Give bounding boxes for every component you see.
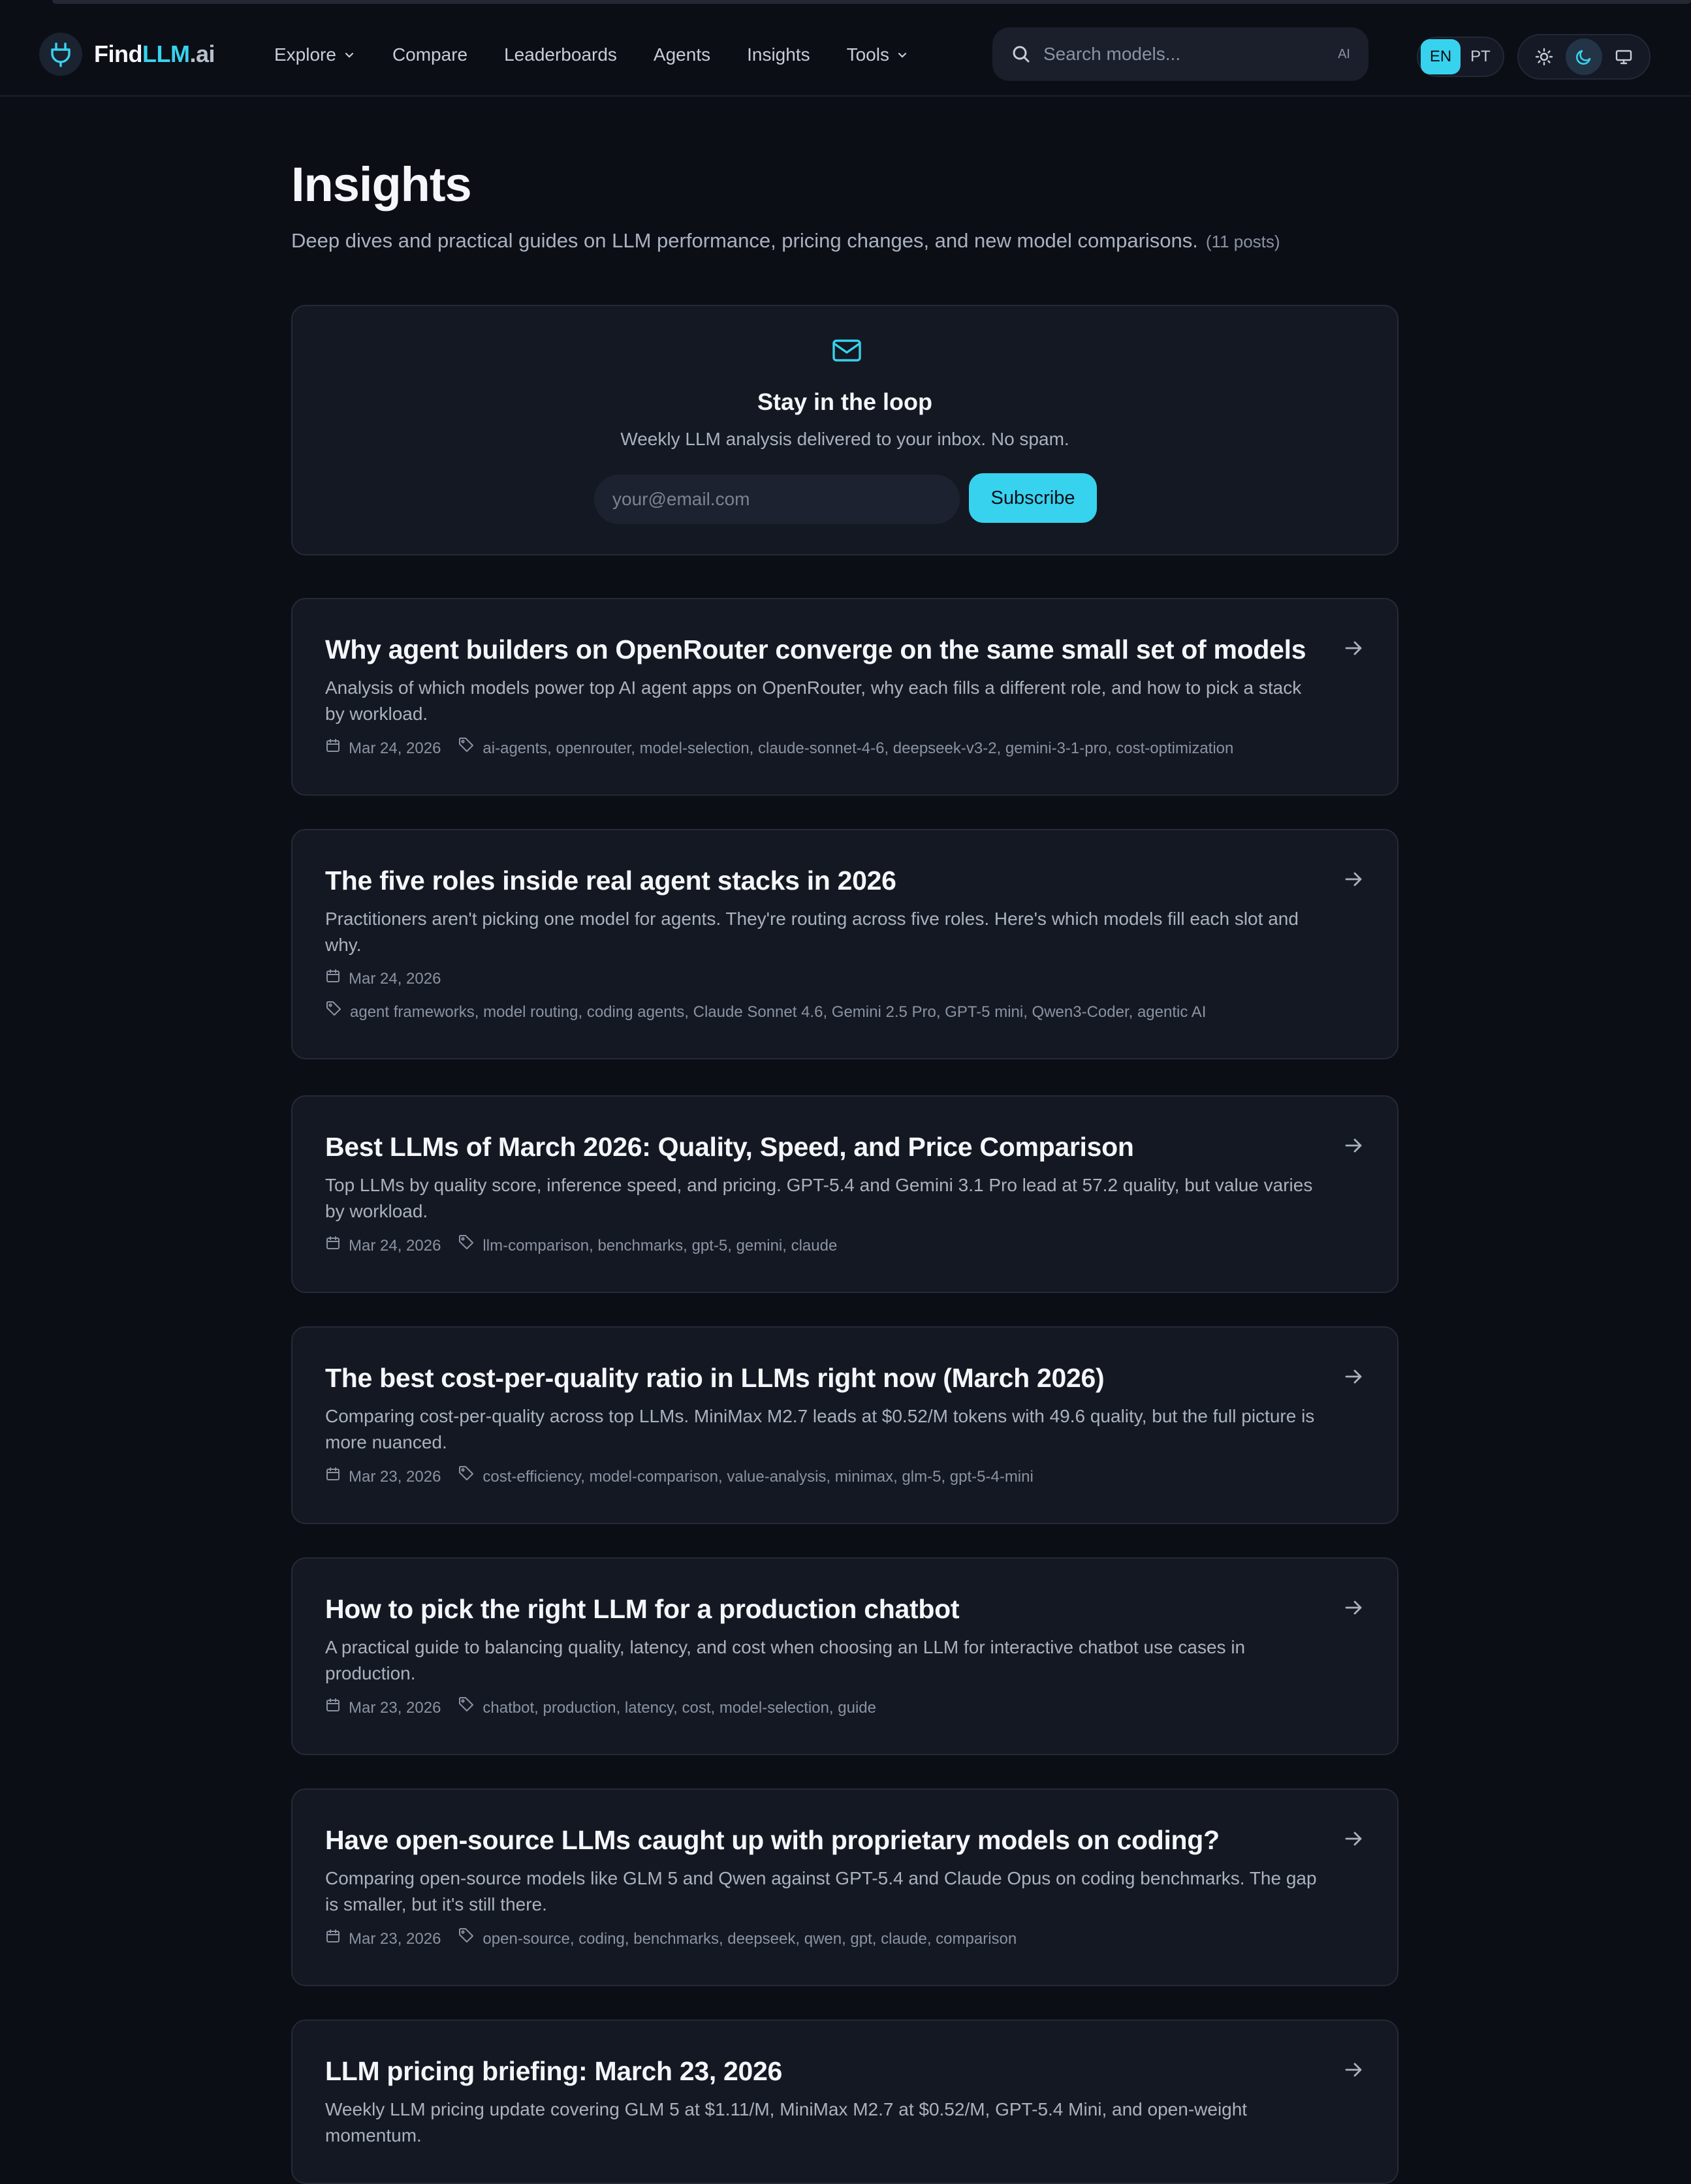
arrow-right-icon[interactable]	[1342, 1365, 1365, 1391]
arrow-right-icon[interactable]	[1342, 2059, 1365, 2084]
subscribe-button[interactable]: Subscribe	[969, 473, 1097, 523]
post-title[interactable]: Why agent builders on OpenRouter converg…	[325, 633, 1319, 666]
post-meta: Mar 23, 2026 chatbot, production, latency…	[325, 1696, 1319, 1720]
calendar-icon	[325, 1927, 341, 1951]
post-title[interactable]: How to pick the right LLM for a producti…	[325, 1593, 1319, 1625]
post-description: Top LLMs by quality score, inference spe…	[325, 1175, 1313, 1221]
tag-icon	[325, 1000, 342, 1024]
tag-icon	[458, 1696, 475, 1720]
post-title[interactable]: Have open-source LLMs caught up with pro…	[325, 1824, 1319, 1856]
calendar-icon	[325, 967, 341, 991]
post-tags: agent frameworks, model routing, coding …	[350, 1003, 1207, 1021]
tag-icon	[458, 1234, 475, 1258]
post-card[interactable]: The best cost-per-quality ratio in LLMs …	[291, 1326, 1399, 1524]
post-card[interactable]: LLM pricing briefing: March 23, 2026 Week…	[291, 2020, 1399, 2184]
newsletter-card: Stay in the loop Weekly LLM analysis del…	[291, 305, 1399, 555]
main-content: Insights Deep dives and practical guides…	[291, 97, 1399, 2184]
ai-search-badge[interactable]: AI	[1338, 47, 1350, 62]
language-switcher: EN PT	[1417, 37, 1504, 77]
tag-icon	[458, 736, 475, 760]
post-tags: cost-efficiency, model-comparison, value…	[482, 1467, 1034, 1486]
arrow-right-icon[interactable]	[1342, 1597, 1365, 1622]
post-title[interactable]: Best LLMs of March 2026: Quality, Speed,…	[325, 1131, 1319, 1163]
nav-leaderboards[interactable]: Leaderboards	[504, 44, 617, 65]
monitor-icon[interactable]	[1605, 39, 1642, 75]
post-title[interactable]: The five roles inside real agent stacks …	[325, 864, 1319, 897]
lang-en-button[interactable]: EN	[1421, 39, 1461, 74]
site-logo[interactable]: FindLLM.ai	[39, 31, 215, 77]
newsletter-subtitle: Weekly LLM analysis delivered to your in…	[620, 429, 1069, 449]
sun-icon[interactable]	[1526, 39, 1562, 75]
nav-insights[interactable]: Insights	[747, 44, 810, 65]
calendar-icon	[325, 1465, 341, 1489]
main-nav: Explore Compare Leaderboards Agents Insi…	[274, 37, 945, 73]
nav-tools[interactable]: Tools	[847, 44, 909, 65]
post-description: Comparing cost-per-quality across top LL…	[325, 1406, 1315, 1452]
arrow-right-icon[interactable]	[1342, 868, 1365, 894]
post-date: Mar 23, 2026	[349, 1698, 441, 1717]
post-description: A practical guide to balancing quality, …	[325, 1637, 1246, 1683]
moon-icon[interactable]	[1565, 39, 1602, 75]
post-tags: llm-comparison, benchmarks, gpt-5, gemin…	[482, 1236, 838, 1255]
post-tags-row: agent frameworks, model routing, coding …	[325, 1000, 1319, 1024]
post-meta: Mar 24, 2026 ai-agents, openrouter, model…	[325, 736, 1319, 760]
newsletter-title: Stay in the loop	[757, 388, 932, 415]
site-header: FindLLM.ai Explore Compare Leaderboards …	[0, 4, 1691, 97]
brand-name: FindLLM.ai	[94, 40, 215, 67]
search-icon	[1013, 46, 1030, 63]
post-count: (11 posts)	[1205, 232, 1280, 251]
calendar-icon	[325, 1696, 341, 1720]
tag-icon	[458, 1465, 475, 1489]
search-input[interactable]: Search models... AI	[992, 27, 1368, 81]
arrow-right-icon[interactable]	[1342, 1134, 1365, 1160]
post-date: Mar 24, 2026	[349, 739, 441, 757]
post-card[interactable]: The five roles inside real agent stacks …	[291, 829, 1399, 1059]
post-date: Mar 24, 2026	[349, 1236, 441, 1255]
tag-icon	[458, 1927, 475, 1951]
nav-agents[interactable]: Agents	[654, 44, 710, 65]
chevron-down-icon	[898, 52, 907, 58]
post-date: Mar 23, 2026	[349, 1467, 441, 1486]
post-tags: open-source, coding, benchmarks, deepsee…	[482, 1929, 1017, 1948]
email-field[interactable]	[594, 475, 960, 524]
post-description: Comparing open-source models like GLM 5 …	[325, 1868, 1317, 1914]
calendar-icon	[325, 737, 341, 760]
lang-pt-button[interactable]: PT	[1461, 39, 1500, 74]
post-meta: Mar 24, 2026 llm-comparison, benchmarks, …	[325, 1234, 1319, 1258]
calendar-icon	[325, 1234, 341, 1258]
plug-icon	[39, 33, 82, 76]
post-title[interactable]: The best cost-per-quality ratio in LLMs …	[325, 1362, 1319, 1394]
chevron-down-icon	[345, 52, 354, 58]
page-subtitle: Deep dives and practical guides on LLM p…	[291, 229, 1280, 252]
post-card[interactable]: How to pick the right LLM for a producti…	[291, 1557, 1399, 1755]
post-description: Weekly LLM pricing update covering GLM 5…	[325, 2099, 1248, 2145]
post-card[interactable]: Have open-source LLMs caught up with pro…	[291, 1788, 1399, 1986]
mail-icon	[832, 337, 862, 367]
post-card[interactable]: Why agent builders on OpenRouter converg…	[291, 598, 1399, 796]
post-meta: Mar 23, 2026 open-source, coding, benchma…	[325, 1927, 1319, 1951]
post-date: Mar 23, 2026	[349, 1929, 441, 1948]
post-description: Practitioners aren't picking one model f…	[325, 909, 1299, 955]
page-title: Insights	[291, 157, 472, 211]
post-card[interactable]: Best LLMs of March 2026: Quality, Speed,…	[291, 1095, 1399, 1293]
post-meta: Mar 23, 2026 cost-efficiency, model-compa…	[325, 1465, 1319, 1489]
arrow-right-icon[interactable]	[1342, 1828, 1365, 1853]
post-date: Mar 24, 2026	[349, 970, 441, 988]
theme-switcher	[1517, 34, 1651, 80]
post-meta: Mar 24, 2026	[325, 967, 1319, 991]
post-title[interactable]: LLM pricing briefing: March 23, 2026	[325, 2055, 1319, 2087]
search-placeholder: Search models...	[1043, 44, 1181, 64]
arrow-right-icon[interactable]	[1342, 637, 1365, 663]
post-description: Analysis of which models power top AI ag…	[325, 678, 1302, 724]
post-tags: chatbot, production, latency, cost, mode…	[482, 1698, 876, 1717]
nav-compare[interactable]: Compare	[392, 44, 467, 65]
nav-explore[interactable]: Explore	[274, 44, 356, 65]
post-tags: ai-agents, openrouter, model-selection, …	[482, 739, 1234, 757]
